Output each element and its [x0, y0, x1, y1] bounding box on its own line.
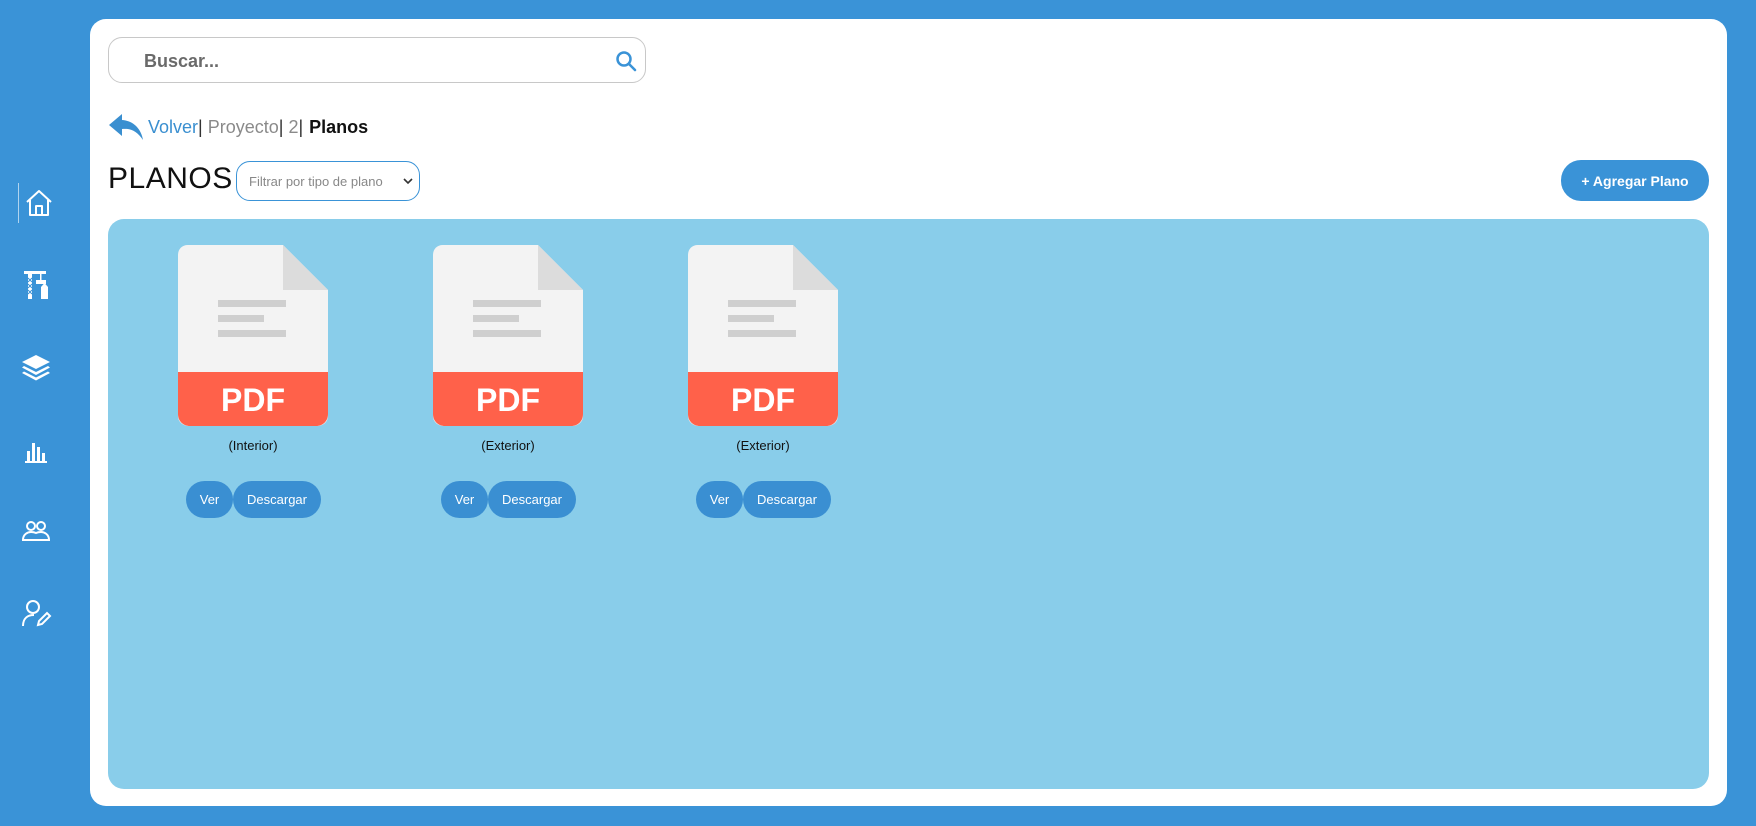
user-edit-icon [22, 600, 52, 627]
filter-placeholder: Filtrar por tipo de plano [249, 173, 383, 189]
plan-caption: (Exterior) [481, 438, 535, 453]
nav-layers[interactable] [16, 348, 56, 388]
svg-text:PDF: PDF [221, 382, 285, 418]
pdf-file-icon[interactable]: PDF [688, 245, 838, 426]
nav-users[interactable] [16, 511, 56, 551]
plan-caption: (Interior) [228, 438, 278, 453]
breadcrumb-current: Planos [309, 116, 369, 137]
download-button[interactable]: Descargar [233, 481, 321, 518]
download-button[interactable]: Descargar [743, 481, 831, 518]
plan-card: PDF (Interior) Ver Descargar [156, 245, 328, 518]
construction-crane-icon [24, 271, 48, 299]
breadcrumb-separator: | [298, 116, 304, 137]
pdf-file-icon[interactable]: PDF [433, 245, 583, 426]
breadcrumb-back-link[interactable]: Volver [148, 117, 198, 138]
nav-projects[interactable] [16, 265, 56, 305]
plan-actions: Ver Descargar [186, 481, 321, 518]
download-button[interactable]: Descargar [488, 481, 576, 518]
layers-icon [22, 355, 50, 381]
plans-panel: PDF (Interior) Ver Descargar PDF (Exteri… [108, 219, 1709, 789]
plan-card: PDF (Exterior) Ver Descargar [666, 245, 838, 518]
back-arrow-icon[interactable] [108, 112, 144, 142]
search-icon[interactable] [615, 50, 637, 72]
nav-profile[interactable] [16, 593, 56, 633]
view-button[interactable]: Ver [441, 481, 488, 518]
breadcrumb-project[interactable]: Proyecto [203, 117, 279, 138]
view-button[interactable]: Ver [696, 481, 743, 518]
search-input[interactable] [123, 44, 606, 78]
plan-type-filter[interactable]: Filtrar por tipo de plano [236, 161, 420, 201]
nav-home[interactable] [18, 183, 59, 223]
add-plan-button[interactable]: + Agregar Plano [1561, 160, 1709, 201]
view-button[interactable]: Ver [186, 481, 233, 518]
sidebar [0, 0, 72, 826]
main-card: Volver | Proyecto | 2 | Planos PLANOS Fi… [90, 19, 1727, 806]
plan-caption: (Exterior) [736, 438, 790, 453]
plan-actions: Ver Descargar [696, 481, 831, 518]
plan-card: PDF (Exterior) Ver Descargar [411, 245, 583, 518]
home-icon [26, 190, 52, 216]
svg-text:PDF: PDF [731, 382, 795, 418]
pdf-file-icon[interactable]: PDF [178, 245, 328, 426]
breadcrumb-project-id[interactable]: 2 [283, 117, 298, 138]
svg-text:PDF: PDF [476, 382, 540, 418]
search-box [108, 37, 646, 83]
nav-statistics[interactable] [16, 430, 56, 470]
chevron-down-icon [403, 178, 413, 185]
bar-chart-icon [25, 443, 47, 463]
page-title: PLANOS [108, 162, 233, 195]
breadcrumb: Volver | Proyecto | 2 | Planos [108, 111, 368, 143]
users-icon [21, 521, 51, 541]
plan-actions: Ver Descargar [441, 481, 576, 518]
